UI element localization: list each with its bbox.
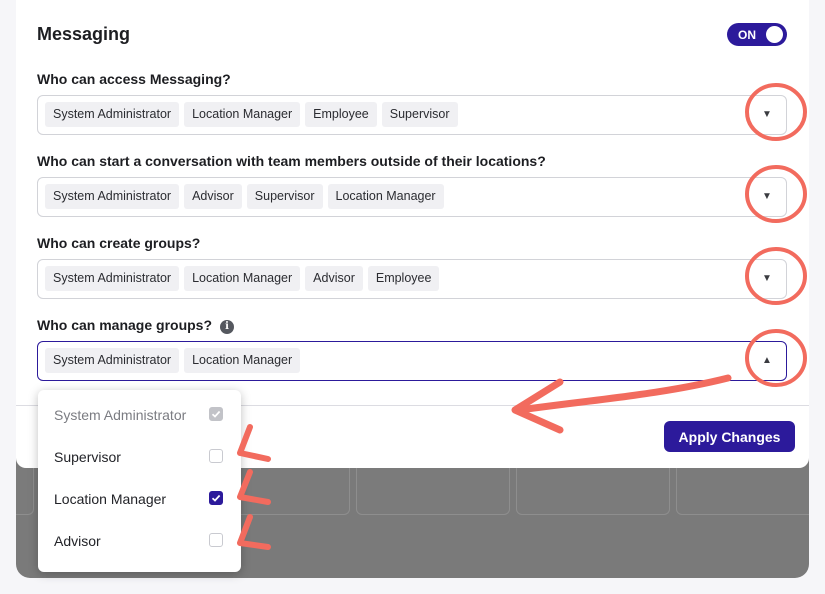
manage-groups-dropdown: System Administrator Supervisor Location… [38, 390, 241, 572]
caret-down-icon[interactable]: ▼ [757, 270, 777, 288]
caret-down-icon[interactable]: ▼ [757, 188, 777, 206]
checkbox[interactable] [209, 491, 223, 505]
manage-groups-select[interactable]: System Administrator Location Manager ▲ [37, 341, 787, 381]
role-chip: Supervisor [381, 102, 458, 127]
role-chip: System Administrator [45, 102, 180, 127]
checkmark-icon [211, 410, 221, 418]
role-chip: Supervisor [246, 184, 323, 209]
checkbox[interactable] [209, 449, 223, 463]
background-cell [676, 468, 809, 515]
caret-up-icon[interactable]: ▲ [757, 352, 777, 370]
create-groups-select[interactable]: System Administrator Location Manager Ad… [37, 259, 787, 299]
option-label: Location Manager [54, 491, 167, 507]
dropdown-option-system-administrator: System Administrator [38, 395, 241, 437]
background-cell [16, 468, 34, 515]
dropdown-option-location-manager[interactable]: Location Manager [38, 479, 241, 521]
role-chip: Location Manager [184, 102, 301, 127]
apply-changes-button[interactable]: Apply Changes [664, 421, 795, 452]
question-label-create-groups: Who can create groups? [37, 235, 201, 251]
caret-down-icon[interactable]: ▼ [757, 106, 777, 124]
question-label-access: Who can access Messaging? [37, 71, 231, 87]
role-chip: System Administrator [45, 266, 180, 291]
question-label-outside-locations: Who can start a conversation with team m… [37, 153, 546, 169]
role-chip: System Administrator [45, 348, 180, 373]
background-cell [516, 468, 670, 515]
dropdown-option-supervisor[interactable]: Supervisor [38, 437, 241, 479]
section-title: Messaging [37, 24, 131, 44]
toggle-knob [766, 26, 783, 43]
role-chip: Location Manager [327, 184, 444, 209]
role-chip: Advisor [184, 184, 242, 209]
role-chip: System Administrator [45, 184, 180, 209]
role-chip: Location Manager [184, 348, 301, 373]
info-icon[interactable]: i [220, 320, 235, 334]
role-chip: Employee [367, 266, 440, 291]
checkbox [209, 407, 223, 421]
messaging-toggle[interactable]: ON [727, 23, 787, 46]
option-label: System Administrator [54, 407, 187, 423]
question-label-manage-groups: Who can manage groups? i [37, 317, 235, 334]
option-label: Advisor [54, 533, 101, 549]
role-chip: Advisor [305, 266, 363, 291]
option-label: Supervisor [54, 449, 121, 465]
toggle-label: ON [738, 28, 756, 42]
role-chip: Location Manager [184, 266, 301, 291]
background-cell [356, 468, 510, 515]
outside-locations-select[interactable]: System Administrator Advisor Supervisor … [37, 177, 787, 217]
manage-groups-label-text: Who can manage groups? [37, 317, 213, 333]
access-messaging-select[interactable]: System Administrator Location Manager Em… [37, 95, 787, 135]
dropdown-option-advisor[interactable]: Advisor [38, 521, 241, 563]
checkmark-icon [211, 494, 221, 502]
checkbox[interactable] [209, 533, 223, 547]
role-chip: Employee [305, 102, 377, 127]
